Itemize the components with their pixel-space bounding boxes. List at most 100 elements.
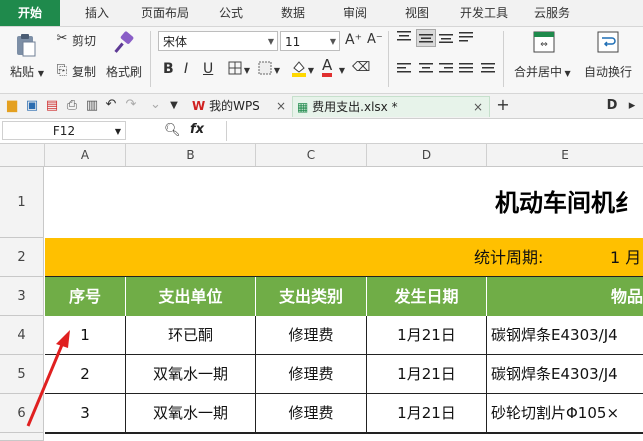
zoom-icon[interactable]: 🔍︎ bbox=[164, 123, 181, 139]
tab-view[interactable]: 视图 bbox=[390, 0, 444, 26]
row-header-3[interactable]: 3 bbox=[0, 277, 44, 316]
align-middle-icon[interactable] bbox=[416, 29, 436, 47]
row-header-7-partial[interactable] bbox=[0, 433, 44, 441]
grow-font-button[interactable]: A⁺ bbox=[345, 32, 362, 48]
doc-tab-active-spreadsheet[interactable]: ▦ 费用支出.xlsx * × bbox=[292, 96, 490, 117]
column-header-d[interactable]: D bbox=[367, 144, 487, 166]
merge-center-icon[interactable]: ⇔ bbox=[532, 31, 556, 55]
tab-insert[interactable]: 插入 bbox=[70, 0, 124, 26]
text-orientation-icon[interactable] bbox=[458, 31, 474, 48]
cell-category[interactable]: 修理费 bbox=[256, 316, 367, 355]
cell-date[interactable]: 1月21日 bbox=[367, 316, 487, 355]
align-center-icon[interactable] bbox=[418, 63, 434, 80]
row-header-1[interactable]: 1 bbox=[0, 167, 44, 238]
paste-button[interactable]: 粘贴 ▼ bbox=[10, 63, 44, 80]
align-left-icon[interactable] bbox=[396, 63, 412, 80]
eraser-icon[interactable]: ⌫ bbox=[352, 60, 370, 76]
font-name-select[interactable]: 宋体 ▼ bbox=[158, 31, 278, 51]
bold-button[interactable]: B bbox=[163, 61, 174, 77]
cell-unit[interactable]: 环已酮 bbox=[126, 316, 256, 355]
folder-icon[interactable]: ▆ bbox=[4, 98, 20, 114]
format-painter-icon[interactable] bbox=[112, 31, 136, 57]
justify-icon[interactable] bbox=[458, 63, 474, 80]
wrap-text-button[interactable]: 自动换行 bbox=[584, 63, 632, 80]
select-all-corner[interactable] bbox=[0, 144, 45, 166]
shrink-font-button[interactable]: A⁻ bbox=[367, 32, 383, 47]
row-header-2[interactable]: 2 bbox=[0, 238, 44, 277]
customize-chevron-icon[interactable]: ⌄ bbox=[150, 97, 161, 113]
column-header-c[interactable]: C bbox=[256, 144, 367, 166]
tab-formulas[interactable]: 公式 bbox=[205, 0, 257, 26]
cell-category[interactable]: 修理费 bbox=[256, 355, 367, 394]
chevron-down-icon[interactable]: ▼ bbox=[243, 63, 251, 79]
header-cell-date[interactable]: 发生日期 bbox=[367, 277, 487, 316]
pdf-icon[interactable]: ▤ bbox=[44, 98, 60, 114]
sheet-title[interactable]: 机动车间机纟 bbox=[45, 167, 643, 238]
tab-developer[interactable]: 开发工具 bbox=[452, 0, 516, 26]
chevron-down-icon[interactable]: ▼ bbox=[273, 63, 281, 79]
copy-button[interactable]: 复制 bbox=[72, 63, 96, 80]
header-cell-unit[interactable]: 支出单位 bbox=[126, 277, 256, 316]
cell-item[interactable]: 碳钢焊条E4303/J4 bbox=[487, 316, 643, 355]
paste-icon[interactable] bbox=[12, 33, 40, 57]
name-box[interactable]: F12 ▼ bbox=[2, 121, 126, 140]
align-right-icon[interactable] bbox=[438, 63, 454, 80]
new-tab-plus-icon[interactable]: + bbox=[496, 97, 510, 113]
print-icon[interactable]: ⎙ bbox=[64, 98, 80, 114]
wrap-text-icon[interactable] bbox=[596, 31, 620, 55]
cell-category[interactable]: 修理费 bbox=[256, 394, 367, 433]
italic-button[interactable]: I bbox=[184, 61, 188, 77]
borders-icon[interactable] bbox=[226, 61, 244, 80]
cell-date[interactable]: 1月21日 bbox=[367, 355, 487, 394]
merge-center-button[interactable]: 合并居中 ▼ bbox=[514, 63, 571, 80]
cell-unit[interactable]: 双氧水一期 bbox=[126, 394, 256, 433]
redo-icon[interactable]: ↷ bbox=[124, 97, 138, 113]
more-icon[interactable]: ▸ bbox=[626, 98, 638, 114]
fill-color-icon[interactable] bbox=[290, 59, 308, 82]
chevron-down-icon[interactable]: ▼ bbox=[38, 69, 44, 78]
distributed-icon[interactable] bbox=[480, 63, 496, 80]
chevron-down-icon: ▼ bbox=[267, 37, 274, 46]
tab-page-layout[interactable]: 页面布局 bbox=[130, 0, 200, 26]
align-top-icon[interactable] bbox=[396, 31, 412, 48]
tab-review[interactable]: 审阅 bbox=[328, 0, 382, 26]
close-icon[interactable]: × bbox=[473, 97, 483, 118]
save-icon[interactable]: ▣ bbox=[24, 98, 40, 114]
cell-item[interactable]: 碳钢焊条E4303/J4 bbox=[487, 355, 643, 394]
align-bottom-icon[interactable] bbox=[438, 31, 454, 48]
doc-tab-wps[interactable]: W 我的WPS × bbox=[188, 96, 290, 117]
chevron-down-icon[interactable]: ▼ bbox=[307, 63, 315, 79]
close-icon[interactable]: × bbox=[276, 96, 286, 117]
ribbon-separator bbox=[388, 31, 389, 87]
chevron-down-icon[interactable]: ▼ bbox=[562, 69, 571, 78]
column-header-a[interactable]: A bbox=[45, 144, 126, 166]
column-header-e[interactable]: E bbox=[487, 144, 643, 166]
chevron-down-icon[interactable]: ▼ bbox=[168, 98, 180, 114]
column-header-b[interactable]: B bbox=[126, 144, 256, 166]
tab-home[interactable]: 开始 bbox=[0, 0, 60, 26]
cut-button[interactable]: 剪切 bbox=[72, 32, 96, 49]
tab-data[interactable]: 数据 bbox=[266, 0, 320, 26]
cell-unit[interactable]: 双氧水一期 bbox=[126, 355, 256, 394]
preview-icon[interactable]: ▥ bbox=[84, 98, 100, 114]
cell-style-icon[interactable] bbox=[256, 61, 274, 80]
header-cell-item[interactable]: 物品 bbox=[487, 277, 643, 316]
font-size-select[interactable]: 11 ▼ bbox=[280, 31, 340, 51]
row-7-partial[interactable] bbox=[45, 433, 643, 441]
scissors-icon[interactable]: ✂ bbox=[54, 31, 70, 47]
underline-button[interactable]: U bbox=[203, 61, 213, 77]
font-color-button[interactable]: A bbox=[322, 58, 333, 77]
cell-item[interactable]: 砂轮切割片Φ105× bbox=[487, 394, 643, 433]
undo-icon[interactable]: ↶ bbox=[104, 97, 118, 113]
chevron-down-icon[interactable]: ▼ bbox=[338, 63, 346, 79]
cell-date[interactable]: 1月21日 bbox=[367, 394, 487, 433]
copy-icon[interactable]: ⎘ bbox=[54, 63, 70, 79]
header-cell-seq[interactable]: 序号 bbox=[45, 277, 126, 316]
formula-input[interactable] bbox=[226, 121, 643, 141]
function-fx-button[interactable]: fx bbox=[190, 122, 204, 137]
format-painter-button[interactable]: 格式刷 bbox=[106, 63, 142, 80]
tab-cloud[interactable]: 云服务 bbox=[522, 0, 582, 26]
header-cell-category[interactable]: 支出类别 bbox=[256, 277, 367, 316]
share-icon[interactable]: D bbox=[606, 98, 618, 114]
chevron-down-icon[interactable]: ▼ bbox=[115, 122, 121, 141]
